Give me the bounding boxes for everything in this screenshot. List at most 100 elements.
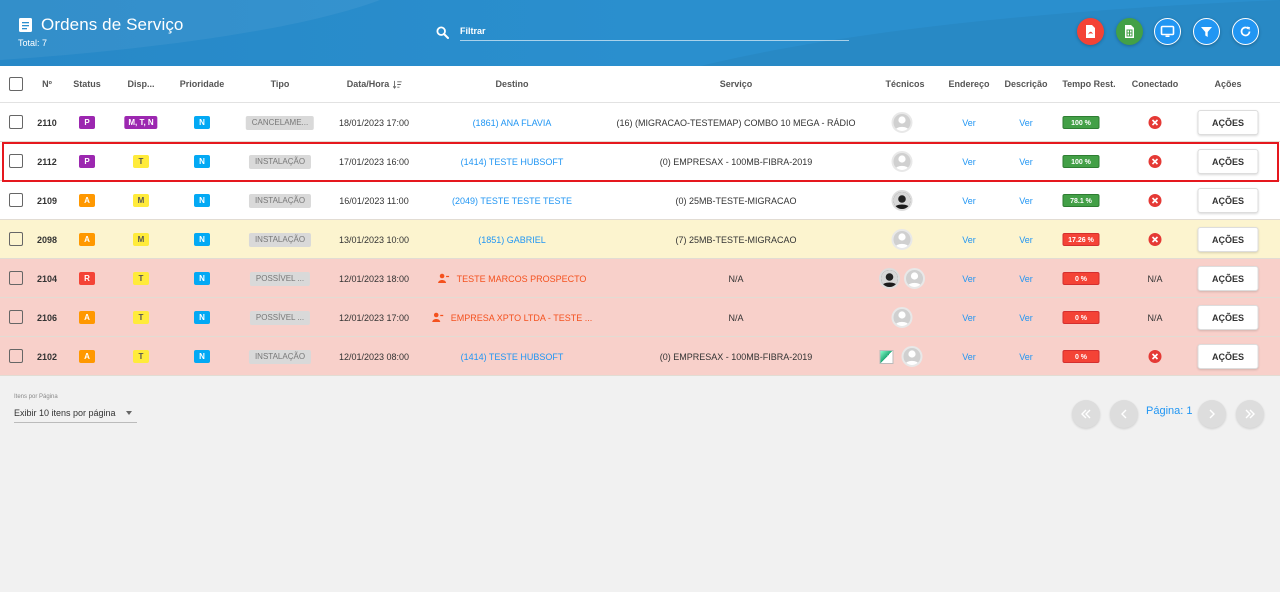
tipo-chip: INSTALAÇÃO xyxy=(248,349,312,364)
table-row[interactable]: 2112 P T N INSTALAÇÃO 17/01/2023 16:00 (1414) … xyxy=(0,142,1280,181)
row-checkbox[interactable] xyxy=(9,232,23,246)
row-checkbox[interactable] xyxy=(9,271,23,285)
column-header-disp[interactable]: Disp... xyxy=(127,66,154,103)
column-header-servico[interactable]: Serviço xyxy=(720,66,753,103)
table-row[interactable]: 2102 A T N INSTALAÇÃO 12/01/2023 08:00 (1414) … xyxy=(0,337,1280,376)
endereco-ver-link[interactable]: Ver xyxy=(962,235,976,245)
tipo-chip: CANCELAME... xyxy=(245,115,315,130)
table-row[interactable]: 2104 R T N POSSÍVEL ... 12/01/2023 18:00 TESTE… xyxy=(0,259,1280,298)
acoes-button[interactable]: AÇÕES xyxy=(1197,149,1259,174)
destino-link[interactable]: (1414) TESTE HUBSOFT xyxy=(461,157,564,167)
sort-descending-icon[interactable] xyxy=(392,80,402,89)
technician-avatar[interactable] xyxy=(901,346,923,367)
descricao-ver-link[interactable]: Ver xyxy=(1019,196,1033,206)
endereco-ver-link[interactable]: Ver xyxy=(962,157,976,167)
column-header-destino[interactable]: Destino xyxy=(495,66,528,103)
destino-link[interactable]: (1851) GABRIEL xyxy=(478,235,546,245)
excel-export-button[interactable] xyxy=(1116,18,1143,45)
destino-link[interactable]: (1861) ANA FLAVIA xyxy=(473,118,552,128)
descricao-ver-link[interactable]: Ver xyxy=(1019,352,1033,362)
acoes-button[interactable]: AÇÕES xyxy=(1197,227,1259,252)
priority-badge: N xyxy=(194,155,210,168)
column-header-status[interactable]: Status xyxy=(73,66,101,103)
technician-avatar[interactable] xyxy=(891,151,913,172)
row-checkbox[interactable] xyxy=(9,310,23,324)
endereco-ver-link[interactable]: Ver xyxy=(962,196,976,206)
select-all-checkbox[interactable] xyxy=(9,77,23,91)
column-header-tipo[interactable]: Tipo xyxy=(271,66,290,103)
disp-badge: M, T, N xyxy=(124,116,158,129)
datahora-value: 16/01/2023 11:00 xyxy=(339,195,409,206)
endereco-ver-link[interactable]: Ver xyxy=(962,352,976,362)
servico-value: (0) 25MB-TESTE-MIGRACAO xyxy=(675,195,797,206)
table-row[interactable]: 2109 A M N INSTALAÇÃO 16/01/2023 11:00 (2049) … xyxy=(0,181,1280,220)
destino-prospect-link[interactable]: EMPRESA XPTO LTDA - TESTE ... xyxy=(432,312,593,323)
disp-badge: T xyxy=(133,311,149,324)
destino-link[interactable]: (2049) TESTE TESTE TESTE xyxy=(452,196,572,206)
column-header-num[interactable]: Nº xyxy=(42,66,52,103)
endereco-ver-link[interactable]: Ver xyxy=(962,274,976,284)
disp-badge: M xyxy=(133,194,149,207)
row-checkbox[interactable] xyxy=(9,193,23,207)
endereco-ver-link[interactable]: Ver xyxy=(962,313,976,323)
acoes-button[interactable]: AÇÕES xyxy=(1197,266,1259,291)
per-page-select[interactable]: Exibir 10 itens por página xyxy=(14,405,137,423)
column-header-tecnicos[interactable]: Técnicos xyxy=(885,66,924,103)
orders-table: Nº Status Disp... Prioridade Tipo Data/H… xyxy=(0,66,1280,376)
technician-avatar[interactable] xyxy=(891,229,913,250)
column-header-descricao[interactable]: Descrição xyxy=(1004,66,1047,103)
previous-page-button[interactable] xyxy=(1110,400,1138,428)
column-header-conectado[interactable]: Conectado xyxy=(1132,66,1179,103)
descricao-ver-link[interactable]: Ver xyxy=(1019,274,1033,284)
technician-avatar[interactable] xyxy=(891,307,913,328)
datahora-value: 12/01/2023 08:00 xyxy=(338,351,410,362)
destino-link[interactable]: (1414) TESTE HUBSOFT xyxy=(461,352,564,362)
status-badge: P xyxy=(79,155,95,168)
column-header-datahora-label: Data/Hora xyxy=(346,79,390,89)
technician-photo-icon xyxy=(881,270,898,287)
pdf-export-button[interactable] xyxy=(1077,18,1104,45)
table-row[interactable]: 2110 P M, T, N N CANCELAME... 18/01/2023 17:0… xyxy=(0,103,1280,142)
row-checkbox[interactable] xyxy=(9,115,23,129)
table-row[interactable]: 2098 A M N INSTALAÇÃO 13/01/2023 10:00 (1851) … xyxy=(0,220,1280,259)
column-header-prioridade[interactable]: Prioridade xyxy=(180,66,225,103)
acoes-button[interactable]: AÇÕES xyxy=(1197,344,1259,369)
next-page-button[interactable] xyxy=(1198,400,1226,428)
tipo-chip: INSTALAÇÃO xyxy=(248,232,312,247)
technician-avatar[interactable] xyxy=(891,112,913,133)
acoes-button[interactable]: AÇÕES xyxy=(1197,188,1259,213)
datahora-value: 18/01/2023 17:00 xyxy=(338,117,410,128)
technician-avatar[interactable] xyxy=(879,268,900,289)
refresh-icon xyxy=(1240,26,1251,37)
first-page-button[interactable] xyxy=(1072,400,1100,428)
technician-avatar[interactable] xyxy=(891,190,913,211)
row-checkbox[interactable] xyxy=(9,154,23,168)
descricao-ver-link[interactable]: Ver xyxy=(1019,157,1033,167)
acoes-button[interactable]: AÇÕES xyxy=(1197,110,1259,135)
descricao-ver-link[interactable]: Ver xyxy=(1019,313,1033,323)
datahora-value: 13/01/2023 10:00 xyxy=(338,234,410,245)
acoes-button[interactable]: AÇÕES xyxy=(1197,305,1259,330)
filter-button[interactable] xyxy=(1193,18,1220,45)
datahora-value: 17/01/2023 16:00 xyxy=(338,156,410,167)
column-header-datahora[interactable]: Data/Hora xyxy=(347,66,402,103)
last-page-button[interactable] xyxy=(1236,400,1264,428)
refresh-button[interactable] xyxy=(1232,18,1259,45)
filter-input[interactable] xyxy=(460,24,849,41)
column-header-endereco[interactable]: Endereço xyxy=(948,66,989,103)
destino-prospect-link[interactable]: TESTE MARCOS PROSPECTO xyxy=(438,273,586,284)
technician-avatar[interactable] xyxy=(904,268,925,289)
technician-photo-icon xyxy=(893,192,911,209)
descricao-ver-link[interactable]: Ver xyxy=(1019,118,1033,128)
column-header-tempo[interactable]: Tempo Rest. xyxy=(1062,66,1115,103)
broken-image-icon[interactable] xyxy=(879,349,894,364)
disconnected-x-icon xyxy=(1148,116,1162,129)
row-checkbox[interactable] xyxy=(9,349,23,363)
descricao-ver-link[interactable]: Ver xyxy=(1019,235,1033,245)
monitor-button[interactable] xyxy=(1154,18,1181,45)
endereco-ver-link[interactable]: Ver xyxy=(962,118,976,128)
table-row[interactable]: 2106 A T N POSSÍVEL ... 12/01/2023 17:00 EMPRE… xyxy=(0,298,1280,337)
destino-label: EMPRESA XPTO LTDA - TESTE ... xyxy=(450,312,593,323)
priority-badge: N xyxy=(194,272,210,285)
technicians-cell xyxy=(877,259,927,298)
